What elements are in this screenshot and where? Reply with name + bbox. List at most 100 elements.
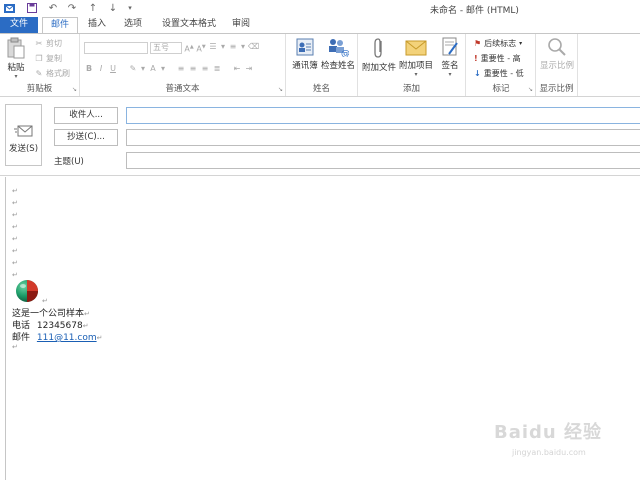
- email-label: 邮件: [12, 333, 31, 343]
- down-icon[interactable]: ↓: [107, 2, 119, 14]
- attach-item-button[interactable]: 附加项目 ▾: [398, 37, 434, 78]
- signature-dropdown-icon[interactable]: ▾: [436, 71, 464, 78]
- shrink-font-icon[interactable]: A▼: [196, 42, 206, 54]
- low-importance-button[interactable]: ↓ 重要性 - 低: [474, 68, 524, 79]
- bullets-icon[interactable]: ☰: [208, 42, 218, 52]
- align-left-icon[interactable]: ≡: [176, 64, 186, 74]
- numbering-dropdown-icon[interactable]: ▾: [240, 42, 246, 52]
- paste-icon: [7, 37, 25, 59]
- italic-icon[interactable]: I: [96, 64, 106, 74]
- paragraph-mark: ↵: [12, 187, 18, 195]
- basic-text-group: 五号 A▲ A▼ ☰ ▾ ≡ ▾ ⌫ B I U ✎ ▾ A ▾ ≡ ≡ ≡ ≣…: [80, 34, 286, 96]
- copy-button[interactable]: ❐ 复制: [34, 53, 62, 64]
- redo-icon[interactable]: ↷: [66, 2, 78, 14]
- align-center-icon[interactable]: ≡: [188, 64, 198, 74]
- follow-up-button[interactable]: ⚑ 后续标志 ▾: [474, 38, 522, 49]
- font-size-value: 五号: [153, 43, 169, 52]
- high-importance-button[interactable]: ! 重要性 - 高: [474, 53, 521, 64]
- bold-icon[interactable]: B: [84, 64, 94, 74]
- align-right-icon[interactable]: ≡: [200, 64, 210, 74]
- format-painter-button[interactable]: ✎ 格式刷: [34, 68, 70, 79]
- attach-item-dropdown-icon[interactable]: ▾: [398, 71, 434, 78]
- watermark-url: jingyan.baidu.com: [512, 448, 586, 457]
- attach-file-button[interactable]: 附加文件: [362, 37, 396, 73]
- follow-up-dropdown-icon[interactable]: ▾: [519, 40, 522, 47]
- paste-button[interactable]: 粘贴 ▾: [4, 37, 28, 80]
- copy-label: 复制: [46, 54, 62, 63]
- increase-indent-icon[interactable]: ⇥: [244, 64, 254, 74]
- clipboard-group: 粘贴 ▾ ✂ 剪切 ❐ 复制 ✎ 格式刷 剪贴板 ↘: [0, 34, 80, 96]
- cc-field[interactable]: [126, 129, 640, 146]
- grow-font-icon[interactable]: A▲: [184, 42, 194, 54]
- font-size-tools: A▲ A▼ ☰ ▾ ≡ ▾ ⌫: [184, 42, 259, 54]
- address-book-label: 通讯簿: [292, 61, 318, 71]
- attach-item-icon: [405, 40, 427, 56]
- decrease-indent-icon[interactable]: ⇤: [232, 64, 242, 74]
- watermark-brand: Baidu 经验: [494, 422, 603, 443]
- check-names-label: 检查姓名: [320, 61, 355, 71]
- high-importance-label: 重要性 - 高: [480, 54, 521, 63]
- numbering-icon[interactable]: ≡: [228, 42, 238, 52]
- font-color-dropdown-icon[interactable]: ▾: [160, 64, 166, 74]
- basic-text-group-label: 普通文本: [165, 84, 200, 94]
- tab-insert[interactable]: 插入: [82, 17, 112, 33]
- cc-button[interactable]: 抄送(C)...: [54, 129, 118, 146]
- email-link[interactable]: 111@11.com: [37, 333, 97, 343]
- customize-icon[interactable]: ▾: [124, 2, 136, 14]
- high-importance-icon: !: [474, 54, 478, 63]
- low-importance-label: 重要性 - 低: [483, 69, 524, 78]
- check-names-icon: @: [329, 39, 349, 57]
- paragraph-mark: ↵: [12, 259, 18, 267]
- font-name-combo[interactable]: [84, 42, 148, 54]
- font-color-icon[interactable]: A: [148, 64, 158, 74]
- zoom-label: 显示比例: [539, 61, 574, 71]
- paragraph-mark: ↵: [12, 235, 18, 243]
- company-logo: [16, 280, 38, 302]
- save-icon[interactable]: [26, 2, 38, 14]
- up-icon[interactable]: ↑: [87, 2, 99, 14]
- address-book-button[interactable]: 通讯簿: [290, 37, 320, 71]
- font-size-combo[interactable]: 五号: [150, 42, 182, 54]
- justify-icon[interactable]: ≣: [212, 64, 222, 74]
- title-bar: ↶ ↷ ↑ ↓ ▾ 未命名 - 邮件 (HTML): [0, 0, 640, 17]
- paragraph-mark: ↵: [12, 343, 18, 351]
- paragraph-mark: ↵: [12, 223, 18, 231]
- zoom-button[interactable]: 显示比例: [538, 37, 576, 71]
- highlight-dropdown-icon[interactable]: ▾: [140, 64, 146, 74]
- tags-launcher-icon[interactable]: ↘: [528, 86, 533, 93]
- cut-button[interactable]: ✂ 剪切: [34, 38, 62, 49]
- magnifier-icon: [548, 38, 566, 56]
- tab-message[interactable]: 邮件: [42, 17, 78, 34]
- scissors-icon: ✂: [35, 39, 43, 48]
- brush-icon: ✎: [35, 69, 43, 78]
- undo-icon[interactable]: ↶: [47, 2, 59, 14]
- low-importance-icon: ↓: [474, 69, 481, 78]
- underline-icon[interactable]: U: [108, 64, 118, 74]
- to-field[interactable]: [126, 107, 640, 124]
- address-book-icon: [296, 38, 314, 56]
- signature-button[interactable]: 签名 ▾: [436, 37, 464, 78]
- include-group-label: 添加: [402, 84, 420, 94]
- check-names-button[interactable]: @ 检查姓名: [320, 37, 356, 71]
- subject-label: 主题(U): [54, 157, 84, 167]
- zoom-group-label: 显示比例: [539, 84, 574, 94]
- tab-format-text[interactable]: 设置文本格式: [156, 17, 222, 33]
- highlight-icon[interactable]: ✎: [128, 64, 138, 74]
- follow-up-label: 后续标志: [484, 39, 517, 48]
- zoom-group: 显示比例 显示比例: [536, 34, 578, 96]
- include-group: 附加文件 附加项目 ▾ 签名 ▾ 添加: [358, 34, 466, 96]
- tab-file[interactable]: 文件: [0, 17, 38, 33]
- basic-text-launcher-icon[interactable]: ↘: [278, 86, 283, 93]
- tab-review[interactable]: 审阅: [226, 17, 256, 33]
- message-header: 发送(S) 收件人... 抄送(C)... 主题(U): [0, 98, 640, 176]
- clear-format-icon[interactable]: ⌫: [248, 42, 259, 52]
- clipboard-launcher-icon[interactable]: ↘: [72, 86, 77, 93]
- send-button[interactable]: 发送(S): [5, 104, 42, 166]
- tab-options[interactable]: 选项: [118, 17, 148, 33]
- subject-field[interactable]: [126, 152, 640, 169]
- to-button[interactable]: 收件人...: [54, 107, 118, 124]
- paragraph-mark: ↵: [42, 297, 48, 305]
- bullets-dropdown-icon[interactable]: ▾: [220, 42, 226, 52]
- signature-email: 邮件 111@11.com↵: [12, 333, 103, 343]
- names-group: 通讯簿 @ 检查姓名 姓名: [286, 34, 358, 96]
